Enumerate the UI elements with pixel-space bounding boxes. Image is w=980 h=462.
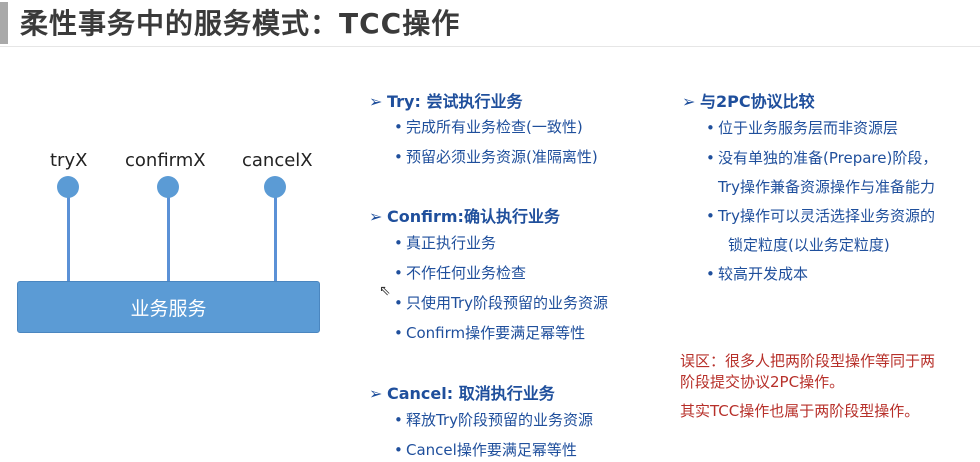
list-item: • 真正执行业务 bbox=[394, 234, 497, 252]
bullet-icon: • bbox=[394, 294, 403, 312]
op-label-cancel: cancelX bbox=[242, 150, 313, 171]
slide: 柔性事务中的服务模式：TCC操作 tryX confirmX cancelX 业… bbox=[0, 0, 980, 462]
list-item-continuation: Try操作兼备资源操作与准备能力 bbox=[718, 178, 936, 196]
bullet-icon: • bbox=[394, 411, 403, 429]
misconception-note-line2: 阶段提交协议2PC操作。 bbox=[680, 373, 845, 391]
misconception-note-line1: 误区：很多人把两阶段型操作等同于两 bbox=[680, 352, 936, 370]
list-item: • Try操作可以灵活选择业务资源的 bbox=[706, 207, 936, 225]
bullet-icon: • bbox=[394, 148, 403, 166]
node-confirm bbox=[157, 176, 179, 198]
connector-cancel bbox=[274, 195, 277, 281]
list-item: • 没有单独的准备(Prepare)阶段， bbox=[706, 149, 938, 167]
list-item: • 位于业务服务层而非资源层 bbox=[706, 119, 899, 137]
section-cancel-title: ➢ Cancel: 取消执行业务 bbox=[369, 384, 555, 403]
bullet-icon: • bbox=[706, 207, 715, 225]
section-try-title: ➢ Try: 尝试执行业务 bbox=[369, 92, 523, 111]
bullet-icon: • bbox=[394, 441, 403, 459]
bullet-icon: • bbox=[394, 118, 403, 136]
arrow-bullet-icon: ➢ bbox=[682, 92, 696, 111]
bullet-icon: • bbox=[394, 234, 403, 252]
title-divider bbox=[0, 46, 980, 47]
list-item: • 不作任何业务检查 bbox=[394, 264, 527, 282]
node-try bbox=[57, 176, 79, 198]
section-compare-title: ➢ 与2PC协议比较 bbox=[682, 92, 815, 111]
list-item: • 较高开发成本 bbox=[706, 265, 809, 283]
op-label-try: tryX bbox=[50, 150, 88, 171]
title-accent-bar bbox=[0, 2, 8, 44]
list-item-continuation: 锁定粒度(以业务定粒度) bbox=[728, 236, 890, 254]
op-label-confirm: confirmX bbox=[125, 150, 206, 171]
arrow-bullet-icon: ➢ bbox=[369, 92, 383, 111]
page-title: 柔性事务中的服务模式：TCC操作 bbox=[20, 7, 461, 40]
list-item: • 只使用Try阶段预留的业务资源 bbox=[394, 294, 609, 312]
bullet-icon: • bbox=[706, 119, 715, 137]
list-item: • 释放Try阶段预留的业务资源 bbox=[394, 411, 594, 429]
list-item: • Cancel操作要满足幂等性 bbox=[394, 441, 577, 459]
bullet-icon: • bbox=[706, 265, 715, 283]
connector-try bbox=[67, 195, 70, 281]
business-service-label: 业务服务 bbox=[130, 297, 207, 320]
list-item: • 预留必须业务资源(准隔离性) bbox=[394, 148, 598, 166]
connector-confirm bbox=[167, 195, 170, 281]
section-confirm-title: ➢ Confirm:确认执行业务 bbox=[369, 207, 560, 226]
bullet-icon: • bbox=[706, 149, 715, 167]
node-cancel bbox=[264, 176, 286, 198]
list-item: • 完成所有业务检查(一致性) bbox=[394, 118, 583, 136]
business-service-box: 业务服务 bbox=[17, 281, 320, 333]
bullet-icon: • bbox=[394, 264, 403, 282]
arrow-bullet-icon: ➢ bbox=[369, 207, 383, 226]
fact-note: 其实TCC操作也属于两阶段型操作。 bbox=[680, 402, 920, 420]
mouse-cursor-icon: ⇖ bbox=[379, 283, 391, 299]
arrow-bullet-icon: ➢ bbox=[369, 384, 383, 403]
list-item: • Confirm操作要满足幂等性 bbox=[394, 324, 586, 342]
bullet-icon: • bbox=[394, 324, 403, 342]
